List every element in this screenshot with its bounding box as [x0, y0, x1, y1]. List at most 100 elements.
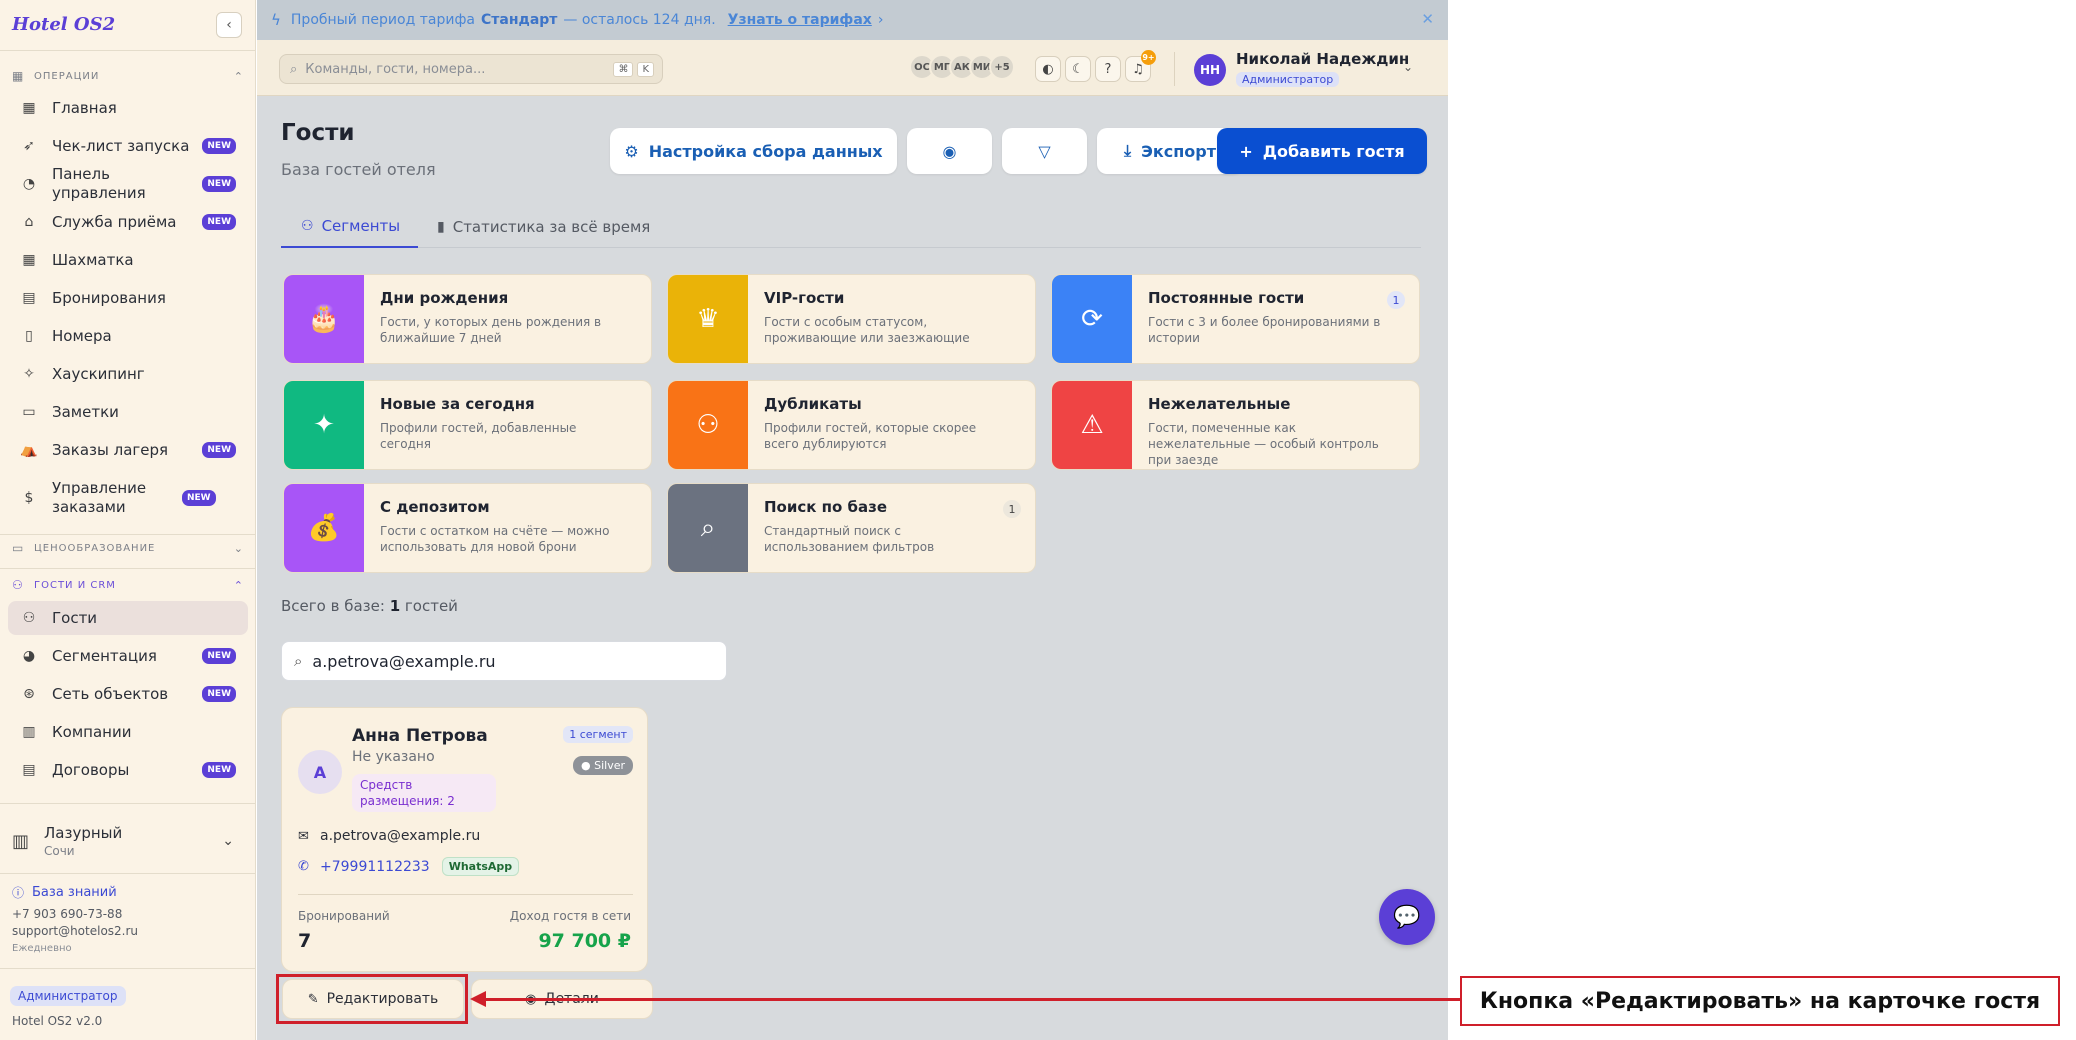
- sidebar-item-guests[interactable]: ⚇ Гости: [8, 601, 248, 635]
- kbd-key: K: [637, 61, 654, 77]
- tier-label: Silver: [594, 759, 625, 772]
- segment-card-birthdays[interactable]: 🎂 Дни рождения Гости, у которых день рож…: [283, 274, 652, 364]
- chat-icon: 💬: [1393, 904, 1421, 930]
- segment-card-search[interactable]: ⌕ Поиск по базе Стандартный поиск с испо…: [667, 483, 1036, 573]
- help-circle-icon: ⓘ: [12, 886, 25, 900]
- search-value: a.petrova@example.ru: [312, 651, 496, 671]
- tab-segments[interactable]: ⚇ Сегменты: [281, 206, 418, 248]
- segment-body: Нежелательные Гости, помеченные как неже…: [1132, 381, 1419, 469]
- guest-email[interactable]: ✉ a.petrova@example.ru: [298, 828, 480, 844]
- sidebar: Hotel OS2 ‹ ▦ ОПЕРАЦИИ ⌃ ▦ Главная ➶ Чек…: [0, 0, 256, 1040]
- users-icon: ⚇: [668, 381, 748, 469]
- sidebar-item-camp-orders[interactable]: ⛺ Заказы лагеря NEW: [8, 433, 248, 467]
- segment-card-vip[interactable]: ♛ VIP-гости Гости с особым статусом, про…: [667, 274, 1036, 364]
- sidebar-item-notes[interactable]: ▭ Заметки: [8, 395, 248, 429]
- hotel-name: Лазурный: [44, 824, 123, 842]
- segment-description: Стандартный поиск с использованием фильт…: [764, 524, 935, 554]
- new-badge: NEW: [202, 138, 236, 154]
- sidebar-item-contracts[interactable]: ▤ Договоры NEW: [8, 753, 248, 787]
- support-phone[interactable]: +7 903 690-73-88: [12, 907, 122, 921]
- filter-icon: ▽: [1038, 141, 1051, 161]
- palette-icon: ◐: [1042, 61, 1054, 77]
- sidebar-item-segmentation[interactable]: ◕ Сегментация NEW: [8, 639, 248, 673]
- section-operations[interactable]: ▦ ОПЕРАЦИИ ⌃: [12, 66, 244, 86]
- section-pricing[interactable]: ▭ ЦЕНООБРАЗОВАНИЕ ⌄: [12, 538, 244, 558]
- new-badge: NEW: [182, 490, 216, 506]
- loyalty-tier-badge: ● Silver: [572, 756, 633, 775]
- sidebar-item-label: Сеть объектов: [52, 684, 169, 703]
- online-users[interactable]: ОС МГ АК МИ +5: [909, 54, 1015, 82]
- chat-button[interactable]: 💬: [1379, 889, 1435, 945]
- notifications-button[interactable]: ♫ 9+: [1125, 50, 1156, 82]
- chevron-up-icon: ⌃: [233, 69, 244, 83]
- filter-button[interactable]: ▽: [1002, 128, 1087, 174]
- sidebar-item-label: Хаускипинг: [52, 364, 145, 383]
- dashboard-icon: ▦: [22, 100, 36, 116]
- sidebar-item-order-management[interactable]: $ Управление заказами NEW: [8, 476, 248, 520]
- guest-search-input[interactable]: ⌕ a.petrova@example.ru: [281, 641, 727, 681]
- divider: [298, 894, 633, 895]
- theme-palette-button[interactable]: ◐: [1035, 56, 1061, 82]
- add-guest-button[interactable]: + Добавить гостя: [1217, 128, 1427, 174]
- data-collection-settings-button[interactable]: ⚙ Настройка сбора данных: [610, 128, 897, 174]
- section-guests-crm[interactable]: ⚇ ГОСТИ И CRM ⌃: [12, 575, 244, 595]
- sidebar-item-chessboard[interactable]: ▦ Шахматка: [8, 243, 248, 277]
- sidebar-item-bookings[interactable]: ▤ Бронирования: [8, 281, 248, 315]
- gear-icon: ⚙: [624, 141, 639, 161]
- view-button[interactable]: ◉: [907, 128, 992, 174]
- new-badge: NEW: [202, 686, 236, 702]
- sidebar-item-front-desk[interactable]: ⌂ Служба приёма NEW: [8, 205, 248, 239]
- income-value: 97 700 ₽: [538, 930, 631, 952]
- support-schedule: Ежедневно: [12, 943, 72, 954]
- knowledge-base-link[interactable]: ⓘ База знаний: [12, 884, 117, 901]
- sidebar-item-companies[interactable]: ▥ Компании: [8, 715, 248, 749]
- pricing-link[interactable]: Узнать о тарифах: [728, 12, 872, 28]
- sidebar-item-rooms[interactable]: ▯ Номера: [8, 319, 248, 353]
- bookings-value: 7: [298, 930, 312, 952]
- guest-phone[interactable]: ✆ +79991112233 WhatsApp: [298, 857, 520, 876]
- divider: [0, 968, 256, 969]
- chevron-left-icon: ‹: [226, 17, 232, 33]
- table-grid-icon: ▦: [22, 252, 36, 268]
- tab-label: Сегменты: [321, 217, 401, 235]
- sidebar-item-home[interactable]: ▦ Главная: [8, 91, 248, 125]
- question-icon: ?: [1104, 61, 1112, 77]
- sidebar-item-network[interactable]: ⊛ Сеть объектов NEW: [8, 677, 248, 711]
- trial-prefix: Пробный период тарифа: [290, 12, 475, 28]
- sidebar-item-control-panel[interactable]: ◔ Панель управления NEW: [8, 165, 248, 202]
- support-email[interactable]: support@hotelos2.ru: [12, 924, 138, 938]
- guest-avatar: А: [298, 750, 342, 794]
- search-icon: ⌕: [294, 652, 303, 670]
- segment-description: Профили гостей, добавленные сегодня: [380, 421, 577, 451]
- segment-body: Дубликаты Профили гостей, которые скорее…: [748, 381, 1035, 469]
- segment-description: Гости, у которых день рождения в ближайш…: [380, 315, 602, 345]
- income-label: Доход гостя в сети: [509, 909, 631, 923]
- segment-card-duplicates[interactable]: ⚇ Дубликаты Профили гостей, которые скор…: [667, 380, 1036, 470]
- close-icon[interactable]: ✕: [1421, 10, 1434, 28]
- command-search-input[interactable]: ⌕ Команды, гости, номера... ⌘ K: [279, 54, 663, 84]
- segment-card-regular[interactable]: ⟳ Постоянные гости Гости с 3 и более бро…: [1051, 274, 1420, 364]
- phone-value: +79991112233: [320, 858, 430, 875]
- chevron-down-icon[interactable]: ⌄: [1403, 60, 1413, 74]
- button-label: Добавить гостя: [1262, 141, 1405, 161]
- arrow-line: [484, 998, 1460, 1001]
- plus-icon: +: [1239, 141, 1253, 161]
- money-bag-icon: 💰: [284, 484, 364, 572]
- sidebar-item-launch-checklist[interactable]: ➶ Чек-лист запуска NEW: [8, 129, 248, 163]
- segment-card-deposit[interactable]: 💰 С депозитом Гости с остатком на счёте …: [283, 483, 652, 573]
- user-avatar[interactable]: НН: [1194, 54, 1226, 86]
- tent-icon: ⛺: [20, 442, 38, 458]
- search-placeholder: Команды, гости, номера...: [305, 61, 486, 77]
- tab-statistics[interactable]: ▮ Статистика за всё время: [437, 206, 650, 248]
- highlight-box: [276, 974, 468, 1024]
- user-name[interactable]: Николай Надеждин: [1236, 50, 1409, 68]
- segment-card-new-today[interactable]: ✦ Новые за сегодня Профили гостей, добав…: [283, 380, 652, 470]
- whatsapp-badge[interactable]: WhatsApp: [441, 857, 520, 876]
- dark-mode-button[interactable]: ☾: [1065, 56, 1091, 82]
- help-button[interactable]: ?: [1095, 56, 1121, 82]
- sidebar-item-housekeeping[interactable]: ✧ Хаускипинг: [8, 357, 248, 391]
- guest-card[interactable]: А Анна Петрова Не указано Средств размещ…: [281, 707, 648, 972]
- collapse-sidebar-button[interactable]: ‹: [216, 12, 242, 38]
- segment-card-unwanted[interactable]: ⚠ Нежелательные Гости, помеченные как не…: [1051, 380, 1420, 470]
- hotel-switcher[interactable]: ▥ Лазурный Сочи ⌄: [12, 820, 244, 862]
